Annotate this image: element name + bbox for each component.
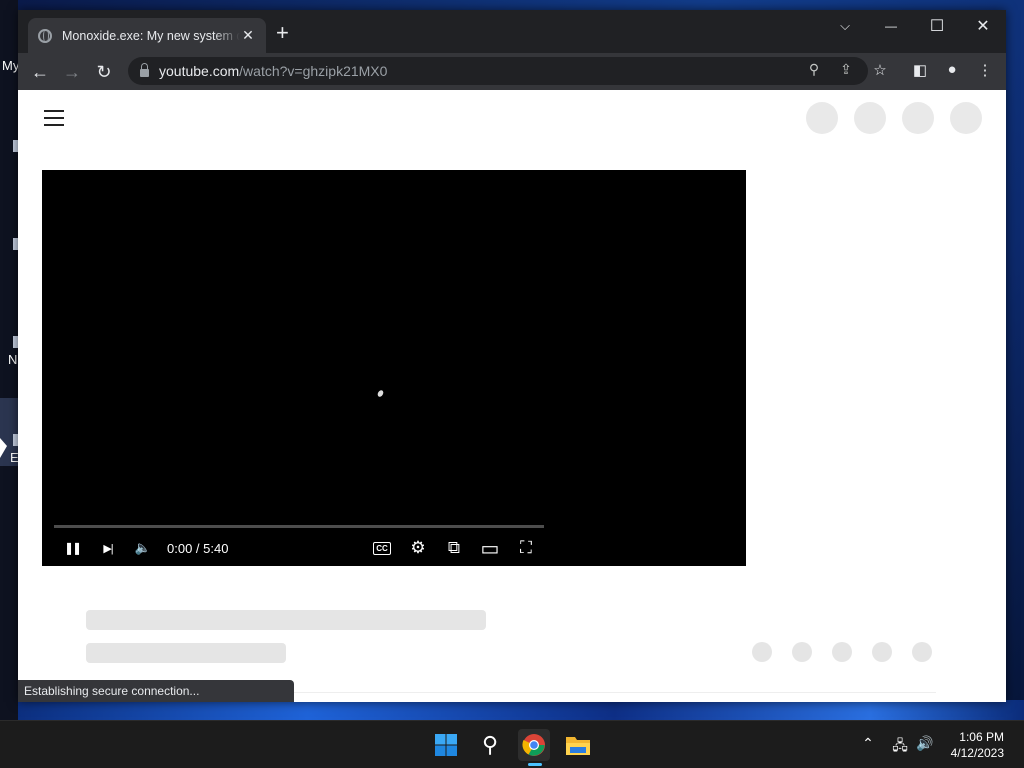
channel-skeleton <box>86 643 286 663</box>
chrome-icon <box>522 734 545 756</box>
desktop-icon-label: My <box>2 58 20 73</box>
browser-toolbar: ← → ↻ youtube.com/watch?v=ghzipk21MX0 ⚲ … <box>18 53 1006 90</box>
tab-strip: Monoxide.exe: My new system d ✕ + ⌵ — ☐ … <box>18 10 1006 53</box>
forward-button[interactable]: → <box>59 59 85 85</box>
action-skeleton <box>752 642 772 662</box>
action-skeleton <box>832 642 852 662</box>
volume-button[interactable]: 🔈 <box>133 536 153 560</box>
status-bubble: Establishing secure connection... <box>18 680 294 702</box>
wallpaper-ribbon <box>0 700 1024 720</box>
file-explorer-button[interactable] <box>562 729 594 761</box>
close-window-button[interactable]: ✕ <box>960 10 1006 42</box>
tray-overflow-icon[interactable]: ⌃ <box>857 735 879 752</box>
active-app-indicator <box>528 763 542 766</box>
maximize-button[interactable]: ☐ <box>914 10 960 42</box>
search-icon[interactable]: ⚲ <box>804 61 824 78</box>
progress-bar[interactable] <box>54 525 544 528</box>
chrome-taskbar-button[interactable] <box>518 729 550 761</box>
action-skeleton <box>912 642 932 662</box>
reload-button[interactable]: ↻ <box>91 59 117 85</box>
action-skeleton <box>792 642 812 662</box>
page-content: ❚❚ ▶| 🔈 0:00 / 5:40 CC ⚙ ⧉ ▭ ⛶ <box>18 90 1006 702</box>
taskbar: ⚲ ⌃ 🖧 🔊 1:06 PM 4/12/2023 <box>0 720 1024 768</box>
browser-window: Monoxide.exe: My new system d ✕ + ⌵ — ☐ … <box>18 10 1006 702</box>
tab-search-button[interactable]: ⌵ <box>822 10 868 42</box>
next-button[interactable]: ▶| <box>98 536 118 560</box>
mouse-cursor-icon <box>0 438 7 458</box>
settings-button[interactable]: ⚙ <box>406 536 430 560</box>
captions-button[interactable]: CC <box>370 536 394 560</box>
minimize-button[interactable]: — <box>868 10 914 42</box>
clock-time: 1:06 PM <box>959 730 1004 744</box>
hamburger-menu-icon[interactable] <box>44 110 64 131</box>
start-button[interactable] <box>430 729 462 761</box>
time-display: 0:00 / 5:40 <box>167 541 229 556</box>
side-panel-icon[interactable]: ◧ <box>909 61 931 79</box>
action-skeleton <box>872 642 892 662</box>
loading-spinner <box>376 389 385 398</box>
search-button[interactable]: ⚲ <box>474 729 506 761</box>
theater-mode-button[interactable]: ▭ <box>478 536 502 560</box>
tab-close-icon[interactable]: ✕ <box>240 27 256 44</box>
lock-icon[interactable] <box>140 63 149 77</box>
video-player[interactable]: ❚❚ ▶| 🔈 0:00 / 5:40 CC ⚙ ⧉ ▭ ⛶ <box>42 170 746 566</box>
clock-date: 4/12/2023 <box>950 746 1004 760</box>
url-path: /watch?v=ghzipk21MX0 <box>239 63 388 79</box>
address-bar[interactable]: youtube.com/watch?v=ghzipk21MX0 ⚲ ⇪ <box>128 57 868 85</box>
folder-icon <box>566 737 590 755</box>
header-placeholder <box>854 102 886 134</box>
share-icon[interactable]: ⇪ <box>836 61 856 78</box>
header-placeholder <box>950 102 982 134</box>
volume-icon[interactable]: 🔊 <box>914 735 936 752</box>
system-clock[interactable]: 1:06 PM 4/12/2023 <box>951 729 1004 761</box>
header-placeholder <box>902 102 934 134</box>
menu-icon[interactable]: ⋮ <box>974 61 996 79</box>
fullscreen-button[interactable]: ⛶ <box>514 536 538 560</box>
profile-icon[interactable]: ● <box>941 61 963 78</box>
new-tab-button[interactable]: + <box>276 22 289 44</box>
globe-icon <box>38 28 52 43</box>
pause-button[interactable]: ❚❚ <box>62 536 82 560</box>
miniplayer-button[interactable]: ⧉ <box>442 536 466 560</box>
bookmark-star-icon[interactable]: ☆ <box>869 61 891 79</box>
url-host: youtube.com <box>159 63 240 79</box>
browser-tab[interactable]: Monoxide.exe: My new system d ✕ <box>28 18 266 53</box>
desktop-icon-label: N <box>8 352 18 367</box>
captions-icon: CC <box>373 541 391 555</box>
network-icon[interactable]: 🖧 <box>889 735 911 759</box>
tab-title: Monoxide.exe: My new system d <box>62 28 240 43</box>
back-button[interactable]: ← <box>27 59 53 85</box>
windows-logo-icon <box>435 734 457 756</box>
title-skeleton <box>86 610 486 630</box>
header-placeholder <box>806 102 838 134</box>
